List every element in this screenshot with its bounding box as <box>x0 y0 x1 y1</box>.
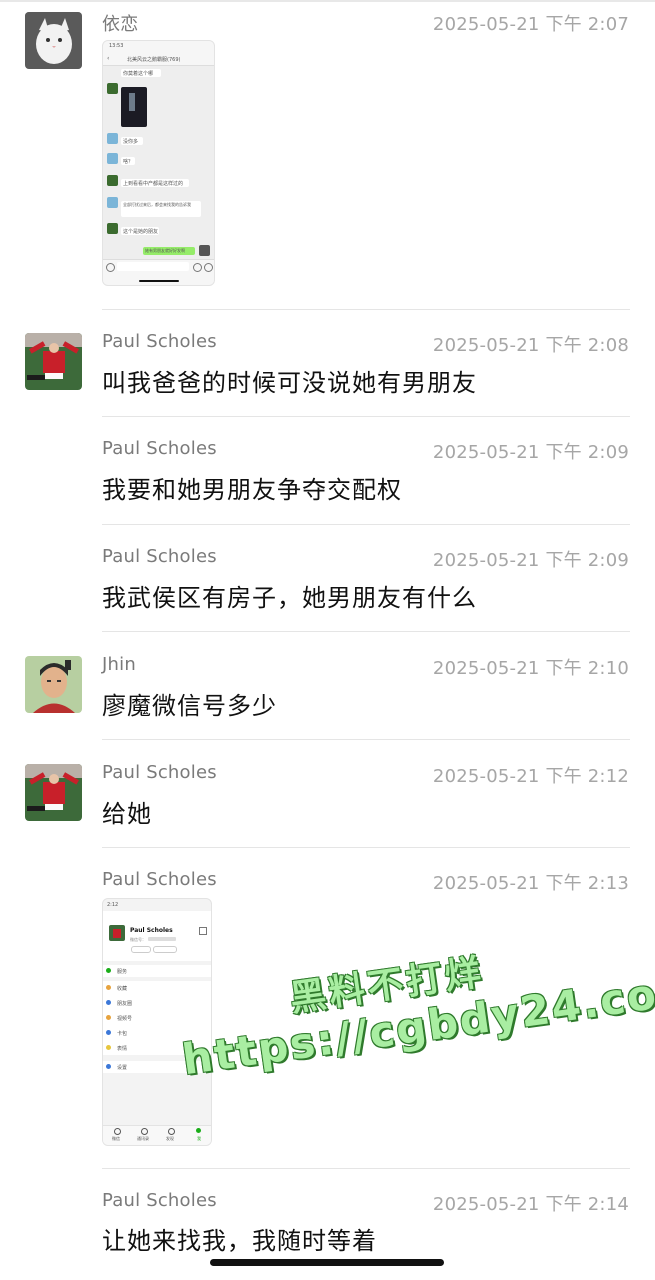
footballer-red-jersey-avatar-icon[interactable] <box>25 764 82 821</box>
message-text[interactable]: 叫我爸爸的时候可没说她有男朋友 <box>102 363 477 398</box>
message-text[interactable]: 让她来找我，我随时等着 <box>102 1221 377 1256</box>
sender-name: Paul Scholes <box>102 762 217 783</box>
message-time: 2025-05-21 下午 2:07 <box>432 14 629 35</box>
menu-item: 设置 <box>117 1065 128 1071</box>
settings-icon <box>106 1064 111 1069</box>
divider <box>102 524 630 525</box>
plus-icon <box>204 263 213 272</box>
wechat-id-label: 微信号： <box>130 937 146 942</box>
divider <box>102 416 630 417</box>
profile-avatar <box>109 925 125 941</box>
thumb-line: 全部打扰过来后，都会来找我的告诉我 <box>123 202 191 207</box>
favorites-icon <box>106 985 111 990</box>
thumb-group-title: 北美风云之鹅霸服(769) <box>127 57 181 63</box>
screenshot-image[interactable]: 2:12 Paul Scholes 微信号： 服务 收藏 朋友圈 视频号 卡包 … <box>102 898 212 1146</box>
channels-icon <box>106 1015 111 1020</box>
menu-item: 卡包 <box>117 1031 128 1037</box>
menu-item: 视频号 <box>117 1016 133 1022</box>
moments-icon <box>106 1000 111 1005</box>
service-icon <box>106 968 111 973</box>
discover-tab-icon <box>168 1128 175 1135</box>
watermark: 黑料不打烊 https://cgbdy24.com <box>172 925 655 1125</box>
divider <box>102 309 630 310</box>
message-time: 2025-05-21 下午 2:12 <box>432 766 629 787</box>
top-border <box>0 0 655 2</box>
message-text[interactable]: 给她 <box>102 794 152 829</box>
thumb-status-time: 13:53 <box>109 43 124 49</box>
watermark-line-1: 黑料不打烊 <box>287 952 487 1020</box>
profile-name: Paul Scholes <box>130 927 173 934</box>
message-time: 2025-05-21 下午 2:10 <box>432 658 629 679</box>
thumb-status-time: 2:12 <box>107 902 119 908</box>
tab-label: 通讯录 <box>137 1136 149 1141</box>
sender-name: Paul Scholes <box>102 869 217 890</box>
divider <box>102 847 630 848</box>
home-indicator <box>210 1259 444 1266</box>
tab-label: 微信 <box>112 1136 120 1141</box>
message-time: 2025-05-21 下午 2:09 <box>432 550 629 571</box>
menu-item: 服务 <box>117 969 128 975</box>
cards-icon <box>106 1030 111 1035</box>
me-tab-icon <box>196 1128 201 1133</box>
message-text[interactable]: 我武侯区有房子，她男朋友有什么 <box>102 578 477 613</box>
message-time: 2025-05-21 下午 2:13 <box>432 873 629 894</box>
message-time: 2025-05-21 下午 2:14 <box>432 1194 629 1215</box>
back-arrow-icon: ‹ <box>107 55 110 62</box>
divider <box>102 631 630 632</box>
sender-name: 依恋 <box>102 14 139 35</box>
thumb-line: 啥？ <box>123 159 134 165</box>
watermark-line-2: https://cgbdy24.com <box>179 962 655 1085</box>
tab-label: 发现 <box>166 1136 174 1141</box>
divider <box>102 739 630 740</box>
stickers-icon <box>106 1045 111 1050</box>
screenshot-image[interactable]: 13:53 ‹ 北美风云之鹅霸服(769) 你莫着这个哪 没你多 啥？ 上到看看… <box>102 40 215 286</box>
menu-item: 收藏 <box>117 986 128 992</box>
emoji-icon <box>193 263 202 272</box>
thumb-line: 上到看看中产都是这样过的 <box>123 181 184 187</box>
message-time: 2025-05-21 下午 2:08 <box>432 335 629 356</box>
thumb-line: 没你多 <box>123 139 139 145</box>
menu-item: 朋友圈 <box>117 1001 133 1007</box>
chats-tab-icon <box>114 1128 121 1135</box>
white-cat-avatar-icon[interactable] <box>25 12 82 69</box>
contacts-tab-icon <box>141 1128 148 1135</box>
message-time: 2025-05-21 下午 2:09 <box>432 442 629 463</box>
sender-name: Paul Scholes <box>102 1190 217 1211</box>
sender-name: Paul Scholes <box>102 331 217 352</box>
thumb-line: 你莫着这个哪 <box>123 71 154 77</box>
thumb-line: 她有男朋友就好好发啊 <box>145 248 185 253</box>
thumb-input <box>117 262 189 271</box>
message-text[interactable]: 我要和她男朋友争夺交配权 <box>102 470 402 505</box>
message-text[interactable]: 廖魔微信号多少 <box>102 686 277 721</box>
menu-item: 表情 <box>117 1046 128 1052</box>
sender-name: Paul Scholes <box>102 546 217 567</box>
sender-name: Jhin <box>102 654 136 675</box>
voice-icon <box>106 263 115 272</box>
qr-code-icon <box>199 927 207 935</box>
thumb-line: 这个是她的朋友 <box>123 229 159 235</box>
tab-label: 我 <box>197 1136 201 1141</box>
footballer-red-jersey-avatar-icon[interactable] <box>25 333 82 390</box>
divider <box>102 1168 630 1169</box>
cartoon-man-avatar-icon[interactable] <box>25 656 82 713</box>
sender-name: Paul Scholes <box>102 438 217 459</box>
